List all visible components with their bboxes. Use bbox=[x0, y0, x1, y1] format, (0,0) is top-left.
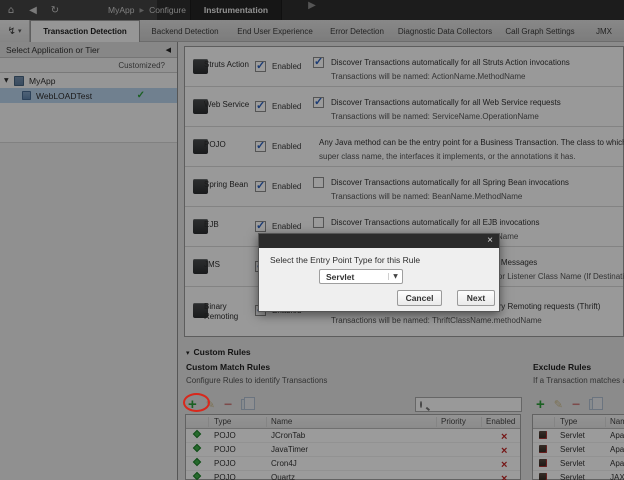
next-button[interactable]: Next bbox=[457, 290, 495, 306]
chevron-down-icon: ▼ bbox=[388, 273, 402, 280]
close-icon[interactable]: × bbox=[487, 235, 493, 247]
entry-point-type-dialog: × Select the Entry Point Type for this R… bbox=[258, 233, 500, 312]
cancel-button[interactable]: Cancel bbox=[397, 290, 442, 306]
annotation-circle bbox=[183, 393, 210, 412]
dialog-titlebar: × bbox=[259, 234, 499, 248]
dialog-label: Select the Entry Point Type for this Rul… bbox=[270, 255, 420, 265]
entry-point-type-select[interactable]: Servlet ▼ bbox=[319, 269, 403, 284]
select-value: Servlet bbox=[320, 272, 388, 282]
app-window: ⌂ ◀ ▶ ↻ MyApp ▶ Configure ▶ Instrumentat… bbox=[0, 0, 624, 480]
